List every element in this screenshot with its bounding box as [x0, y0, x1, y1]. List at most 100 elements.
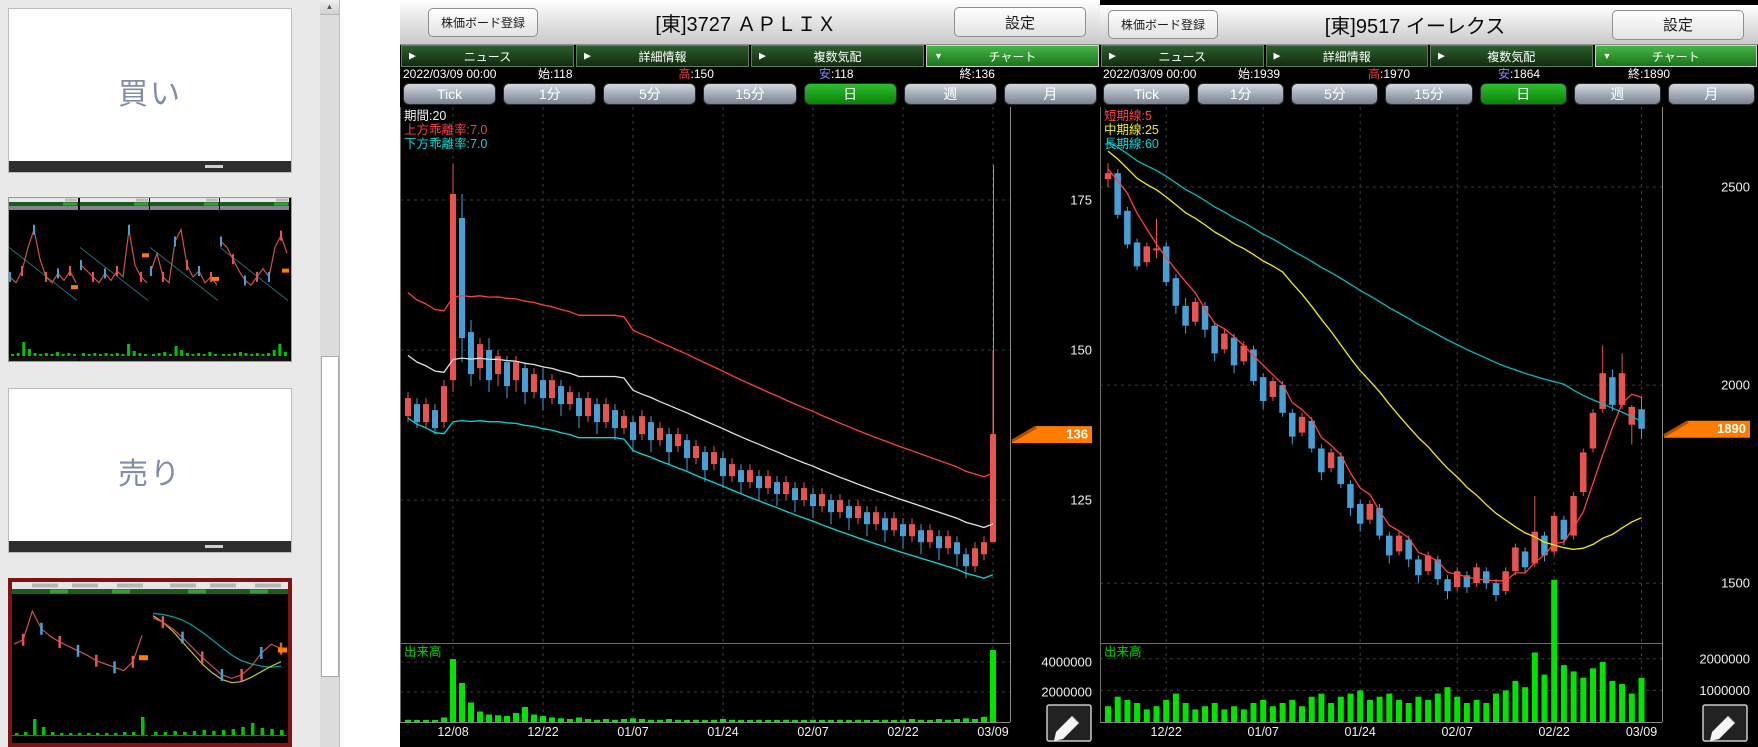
menu-item-detail[interactable]: ▶ 詳細情報 [1266, 45, 1429, 67]
ohlc-close-label: 終 [960, 67, 972, 81]
chart-grid-preview [9, 198, 291, 361]
chevron-right-icon: ▶ [409, 51, 416, 62]
period-button-week[interactable]: 週 [904, 83, 997, 105]
period-button-15min[interactable]: 15分 [1385, 83, 1472, 105]
ohlc-high-value: 150 [694, 67, 714, 81]
ohlc-low: 安:1864 [1498, 67, 1628, 81]
sell-slide-label: 売り [118, 449, 182, 493]
slide-footer-strip [9, 161, 291, 172]
menu-item-label: 詳細情報 [638, 48, 686, 65]
ohlc-low-value: 1864 [1513, 67, 1540, 81]
draw-pencil-button[interactable] [1047, 705, 1091, 741]
scroll-up-button[interactable]: ▲ [320, 0, 339, 15]
period-button-tick[interactable]: Tick [1103, 83, 1190, 105]
ohlc-low-value: 118 [834, 67, 853, 81]
period-button-day[interactable]: 日 [1480, 83, 1567, 105]
date-axis-label: 12/22 [1151, 725, 1182, 739]
date-axis-label: 12/08 [437, 725, 468, 739]
chevron-down-icon: ▼ [934, 51, 943, 61]
ohlc-open-value: 1939 [1253, 67, 1280, 81]
chevron-right-icon: ▶ [1438, 51, 1445, 62]
buy-slide-label: 買い [118, 69, 182, 113]
menu-item-news[interactable]: ▶ニュース [401, 45, 574, 67]
chart-panel-left: 株価ボード登録 [東]3727 ＡＰＬＩＸ 設定 ▶ニュース▶詳細情報▶複数気配… [400, 0, 1100, 747]
chevron-right-icon: ▶ [584, 51, 591, 62]
period-button-month[interactable]: 月 [1004, 83, 1097, 105]
period-button-15min[interactable]: 15分 [703, 83, 796, 105]
chart-dual-preview [12, 582, 288, 743]
indicator-label: 短期線:5 [1104, 108, 1152, 123]
register-board-button[interactable]: 株価ボード登録 [428, 8, 538, 37]
indicator-label: 中期線:25 [1104, 122, 1159, 137]
chevron-down-icon: ▼ [1603, 51, 1612, 61]
date-axis-label: 02/22 [887, 725, 918, 739]
slide-footer-strip [9, 541, 291, 552]
settings-button[interactable]: 設定 [1612, 10, 1744, 40]
chevron-right-icon: ▶ [1274, 51, 1281, 62]
ohlc-high-label: 高 [1368, 67, 1380, 81]
date-axis-label: 01/24 [707, 725, 738, 739]
menu-item-label: 複数気配 [813, 48, 861, 65]
date-axis-label: 02/07 [797, 725, 828, 739]
thumbnail-sell-slide[interactable]: 売り [8, 388, 292, 553]
period-button-month[interactable]: 月 [1668, 83, 1755, 105]
price-axis-label: 175 [1070, 193, 1092, 208]
period-button-week[interactable]: 週 [1574, 83, 1661, 105]
ohlc-low: 安:118 [819, 67, 960, 81]
menu-row: ▶ニュース▶詳細情報▶複数気配▼チャート [400, 45, 1100, 67]
thumbnail-chart-grid[interactable] [8, 197, 292, 362]
price-axis-label: 2500 [1721, 180, 1750, 195]
date-axis-label: 01/07 [1248, 725, 1279, 739]
date-axis-label: 12/22 [527, 725, 558, 739]
panel-header: 株価ボード登録 [東]9517 イーレクス 設定 [1100, 0, 1758, 45]
ohlc-low-label: 安 [1498, 67, 1510, 81]
candlestick-chart[interactable]: 1751501254000000200000012/0812/2201/0701… [400, 107, 1100, 747]
date-axis-label: 01/24 [1345, 725, 1376, 739]
period-button-tick[interactable]: Tick [403, 83, 496, 105]
date-axis-label: 03/09 [1626, 725, 1657, 739]
thumbnail-buy-slide[interactable]: 買い [8, 8, 292, 173]
ohlc-info-row: 2022/03/09 00:00始:118高:150安:118終:136 [400, 67, 1100, 81]
scrollbar-thumb[interactable] [321, 356, 339, 677]
ohlc-info-row: 2022/03/09 00:00始:1939高:1970安:1864終:1890 [1100, 67, 1758, 81]
volume-axis-label: 4000000 [1041, 655, 1092, 670]
menu-item-detail[interactable]: ▶ 詳細情報 [576, 45, 749, 67]
price-axis-label: 125 [1070, 493, 1092, 508]
register-board-button[interactable]: 株価ボード登録 [1108, 10, 1218, 39]
sidebar-scrollbar[interactable]: ▲ [320, 0, 340, 747]
menu-item-quotes[interactable]: ▶複数気配 [1430, 45, 1593, 67]
menu-item-chart[interactable]: ▼ チャート [926, 45, 1099, 67]
ohlc-low-label: 安 [819, 67, 831, 81]
ohlc-close: 終:1890 [1628, 67, 1758, 81]
period-button-5min[interactable]: 5分 [1291, 83, 1378, 105]
volume-axis-label: 2000000 [1699, 651, 1750, 666]
period-button-5min[interactable]: 5分 [603, 83, 696, 105]
candlestick-chart[interactable]: 2500200015002000000100000012/2201/0701/2… [1100, 107, 1758, 747]
ohlc-close-value: 136 [975, 67, 995, 81]
menu-item-label: 詳細情報 [1323, 48, 1371, 65]
period-button-1min[interactable]: 1分 [503, 83, 596, 105]
thumbnail-chart-dual-selected[interactable] [8, 578, 292, 747]
draw-pencil-button[interactable] [1703, 705, 1747, 741]
period-button-1min[interactable]: 1分 [1197, 83, 1284, 105]
period-button-day[interactable]: 日 [804, 83, 897, 105]
menu-item-quotes[interactable]: ▶ 複数気配 [751, 45, 924, 67]
chevron-right-icon: ▶ [759, 51, 766, 62]
ohlc-high: 高:150 [679, 67, 820, 81]
menu-item-label: チャート [1652, 48, 1700, 65]
settings-button[interactable]: 設定 [954, 7, 1086, 37]
ohlc-close-label: 終 [1628, 67, 1640, 81]
menu-item-chart[interactable]: ▼ チャート [1595, 45, 1758, 67]
chevron-right-icon: ▶ [1109, 51, 1116, 62]
panel-header: 株価ボード登録 [東]3727 ＡＰＬＩＸ 設定 [400, 0, 1100, 45]
price-axis-label: 150 [1070, 343, 1092, 358]
chart-panel-right: 株価ボード登録 [東]9517 イーレクス 設定 ▶ニュース▶詳細情報▶複数気配… [1100, 0, 1758, 747]
price-axis-label: 2000 [1721, 378, 1750, 393]
ohlc-high: 高:1970 [1368, 67, 1498, 81]
menu-item-label: チャート [989, 48, 1037, 65]
date-axis-label: 01/07 [617, 725, 648, 739]
menu-item-news[interactable]: ▶ニュース [1101, 45, 1264, 67]
indicator-label: 下方乖離率:7.0 [404, 136, 487, 151]
ohlc-close-value: 1890 [1643, 67, 1670, 81]
ohlc-open-value: 118 [553, 67, 572, 81]
